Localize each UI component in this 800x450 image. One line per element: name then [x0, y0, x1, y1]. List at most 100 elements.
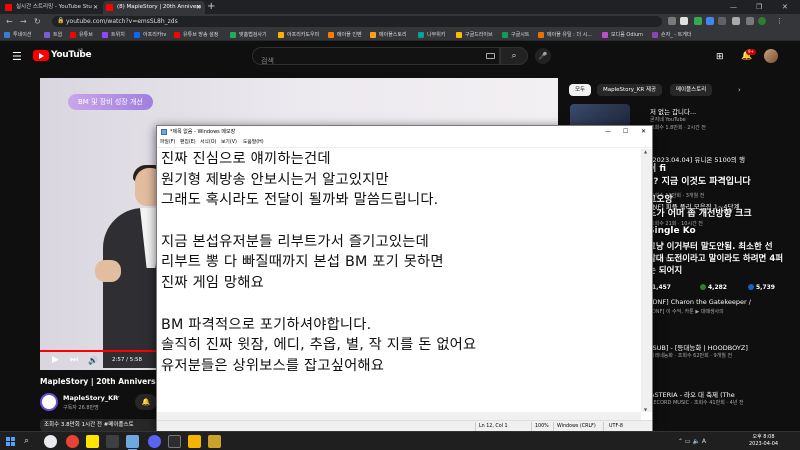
like-count: 1,457 — [652, 284, 671, 291]
close-tab-icon[interactable]: ✕ — [93, 1, 98, 14]
reload-icon[interactable]: ↻ — [34, 14, 41, 29]
chevron-right-icon[interactable]: › — [738, 86, 741, 94]
maximize-window-icon[interactable]: ❐ — [756, 0, 762, 14]
download-icon[interactable] — [746, 17, 754, 25]
chrome-taskbar-icon[interactable] — [44, 435, 57, 448]
bookmark-item[interactable]: 메이플 유틸 : 더 시... — [538, 29, 592, 41]
search-input[interactable] — [253, 53, 499, 69]
bookmark-item[interactable]: 구글시트 — [502, 29, 529, 41]
maximize-icon[interactable]: ☐ — [623, 126, 628, 138]
menu-help[interactable]: 도움말(H) — [243, 138, 264, 148]
close-window-icon[interactable]: ✕ — [782, 0, 788, 14]
chip-all[interactable]: 모두 — [569, 84, 592, 96]
bookmark-item[interactable]: 트위치 — [102, 29, 125, 41]
back-icon[interactable]: ← — [6, 14, 13, 29]
extension-icon[interactable] — [694, 17, 702, 25]
kakaotalk-taskbar-icon[interactable] — [86, 435, 99, 448]
bookmark-item[interactable]: 아프리카tv — [134, 29, 166, 41]
total-icon — [748, 284, 754, 290]
channel-avatar[interactable] — [40, 393, 58, 411]
channel-name[interactable]: MapleStory_KR — [63, 394, 118, 402]
bookmark-item[interactable]: 모디움 Odium — [602, 29, 643, 41]
notepad-taskbar-icon[interactable] — [126, 435, 139, 448]
minimize-window-icon[interactable]: — — [730, 0, 737, 14]
region-label: KR — [78, 48, 84, 53]
search-box — [252, 47, 500, 69]
recommendation-title[interactable]: [SUB] - [등대능화 | HOODBOYZ] — [650, 342, 800, 352]
browser-menu-icon[interactable]: ⋮ — [776, 14, 784, 25]
app-taskbar-icon[interactable] — [106, 435, 119, 448]
vertical-scrollbar[interactable]: ▲ ▼ — [641, 149, 652, 412]
app-taskbar-icon[interactable] — [168, 435, 181, 448]
bookmark-item[interactable]: 아프리카도우미 — [278, 29, 319, 41]
chip-maplestory-kr[interactable]: MapleStory_KR 제공 — [597, 84, 663, 96]
text-line — [161, 294, 637, 315]
sidebar-icon[interactable] — [732, 17, 740, 25]
horizontal-scrollbar[interactable] — [157, 412, 641, 420]
search-button[interactable]: ⌕ — [500, 47, 528, 65]
scroll-down-icon[interactable]: ▼ — [644, 407, 647, 412]
bookmark-item[interactable]: 유튜브 — [70, 29, 93, 41]
create-video-icon[interactable]: ⊞ — [716, 52, 724, 62]
notepad-title-bar[interactable]: *제목 없음 - Windows 메모장 — ☐ ✕ — [157, 126, 652, 138]
close-tab-icon[interactable]: ✕ — [196, 1, 201, 14]
youtube-logo-icon[interactable] — [33, 50, 49, 61]
bookmark-item[interactable]: 맞춤법검사기 — [230, 29, 267, 41]
bookmark-item[interactable]: 숀자_ - 트게더 — [652, 29, 691, 41]
next-video-icon[interactable]: ⏭ — [70, 355, 78, 365]
windows-start-icon[interactable] — [6, 437, 15, 446]
address-bar[interactable]: 🔒 youtube.com/watch?v=emsSL8h_zds — [52, 16, 662, 27]
extension-icon[interactable] — [706, 17, 714, 25]
text-line: 진짜 게임 망해요 — [161, 275, 264, 292]
bookmark-item[interactable]: 유튜브 방송 설정 — [174, 29, 218, 41]
share-icon[interactable] — [668, 17, 676, 25]
profile-icon[interactable] — [758, 17, 766, 25]
tab-youtube-studio[interactable]: 실시간 스트리밍 - YouTube Stu ✕ — [2, 1, 102, 14]
scroll-up-icon[interactable]: ▲ — [644, 149, 647, 154]
play-icon[interactable]: ▶ — [52, 355, 59, 365]
subscription-bell-button[interactable]: 🔔 — [135, 394, 157, 410]
tab-maplestory[interactable]: (8) MapleStory | 20th Annivers ✕ — [103, 1, 205, 14]
lock-icon: 🔒 — [57, 17, 65, 24]
account-avatar[interactable] — [764, 49, 778, 63]
volume-icon[interactable]: 🔊 — [88, 356, 98, 365]
bookmark-item[interactable]: 트윕 — [44, 29, 62, 41]
keyboard-icon[interactable] — [486, 53, 495, 59]
extensions-puzzle-icon[interactable] — [718, 17, 726, 25]
recommendation-title[interactable]: [2023.04.04] 유니온 5100의 행 — [650, 154, 800, 164]
bookmark-item[interactable]: 구글드라이브 — [456, 29, 493, 41]
bookmark-item[interactable]: 투네이션 — [4, 29, 31, 41]
notepad-icon — [161, 129, 167, 135]
system-tray-icons[interactable]: ⌃ ▭ 🔈 A — [678, 438, 706, 445]
app-taskbar-icon[interactable] — [188, 435, 201, 448]
new-tab-button[interactable]: + — [207, 0, 215, 14]
recommendation-title[interactable]: 저 없는 갑니다... — [650, 106, 800, 116]
bookmark-item[interactable]: 나무위키 — [418, 29, 445, 41]
app-taskbar-icon[interactable] — [208, 435, 221, 448]
minimize-icon[interactable]: — — [605, 126, 611, 138]
app-taskbar-icon[interactable] — [66, 435, 79, 448]
close-icon[interactable]: ✕ — [641, 126, 646, 138]
forward-icon[interactable]: → — [20, 14, 27, 29]
hamburger-menu-icon[interactable]: ☰ — [12, 50, 22, 63]
bookmark-item[interactable]: 메이플 인벤 — [328, 29, 362, 41]
search-taskbar-icon[interactable]: ⌕ — [24, 435, 37, 448]
chip-maplestory[interactable]: 메이플스토리 — [670, 84, 713, 96]
video-description[interactable]: 조회수 3.8만회 1시간 전 #메이플스토 — [40, 419, 158, 431]
discord-taskbar-icon[interactable] — [148, 435, 161, 448]
menu-edit[interactable]: 편집(E) — [180, 138, 196, 148]
voice-search-button[interactable]: 🎤 — [535, 48, 551, 64]
youtube-wordmark[interactable]: YouTube — [51, 50, 92, 60]
microphone-icon: 🎤 — [538, 52, 548, 60]
notepad-text-area[interactable]: 진짜 진심으로 얘끼하는건데 원기형 제방송 안보시는거 알고있지만 그래도 혹… — [161, 149, 637, 412]
menu-format[interactable]: 서식(O) — [200, 138, 216, 148]
bookmark-item[interactable]: 메이플스토리 — [370, 29, 407, 41]
notepad-window[interactable]: *제목 없음 - Windows 메모장 — ☐ ✕ 파일(F) 편집(E) 서… — [156, 125, 653, 431]
menu-view[interactable]: 보기(V) — [221, 138, 237, 148]
taskbar-clock[interactable]: 오후 8:08 2023-04-04 — [749, 434, 778, 448]
recommendation-title[interactable]: ASTERIA - 라오 대 축제 (The — [650, 389, 800, 399]
recommendation-title[interactable]: [DNF] Charon the Gatekeeper / — [650, 298, 800, 306]
menu-file[interactable]: 파일(F) — [160, 138, 175, 148]
bookmark-star-icon[interactable] — [680, 17, 688, 25]
text-line: 리부트 뽕 다 빠질때까지 본섭 BM 포기 못하면 — [161, 254, 444, 271]
